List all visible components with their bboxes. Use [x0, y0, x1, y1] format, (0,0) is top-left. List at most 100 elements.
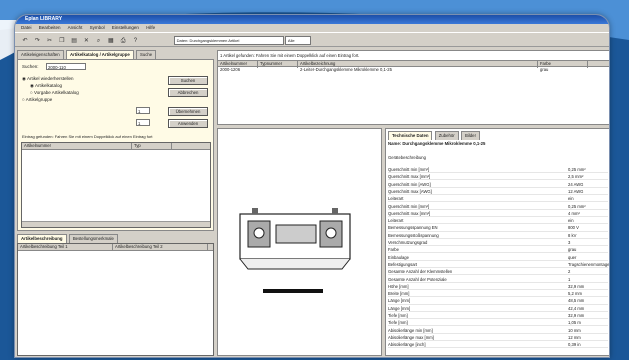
- property-row[interactable]: Leiterart ein: [388, 196, 608, 203]
- col-desc-1[interactable]: Artikelbeschreibung Teil 1: [18, 244, 113, 251]
- tab-images[interactable]: Bilder: [461, 131, 481, 140]
- property-row[interactable]: Breite [mm] 5,2 mm: [388, 291, 608, 298]
- property-row[interactable]: Befestigungsart Tragschienenmontage: [388, 262, 609, 269]
- menu-settings[interactable]: Einstellungen: [112, 25, 139, 30]
- tab-catalog[interactable]: Artikelkatalog / Artikelgruppe: [65, 50, 134, 59]
- property-key: Farbe: [388, 247, 399, 253]
- property-row[interactable]: Höhe [mm] 32,9 mm: [388, 284, 608, 290]
- undo-icon[interactable]: ↶: [21, 37, 29, 45]
- cut-icon[interactable]: ✂: [46, 37, 54, 45]
- result-table: 1 Artikel gefunden: Fahren Sie mit einem…: [217, 50, 609, 125]
- tab-technical-data[interactable]: Technische Daten: [388, 131, 433, 140]
- search-label: Suchen:: [22, 64, 39, 69]
- property-value: 48,5 mm: [568, 298, 585, 304]
- option-default-catalog[interactable]: ○ Vorgabe Artikelkatalog: [30, 90, 79, 95]
- property-row[interactable]: Querschnitt min [AWG] 24 AWG: [388, 182, 608, 188]
- tab-search[interactable]: Suche: [136, 50, 157, 59]
- property-row[interactable]: Tiefe [mm] 32,9 mm: [388, 313, 608, 320]
- property-row[interactable]: Abisolierlänge [inch] 0,39 in: [388, 342, 608, 349]
- property-key: Länge [mm]: [388, 305, 411, 311]
- col-type[interactable]: Typ: [132, 143, 172, 150]
- table-icon[interactable]: ▦: [107, 37, 115, 45]
- print-icon[interactable]: ⎙: [119, 37, 127, 45]
- col-article-number[interactable]: Artikelnummer: [22, 143, 132, 150]
- property-key: Abisolierlänge min [mm]: [388, 327, 433, 333]
- redo-icon[interactable]: ↷: [33, 37, 41, 45]
- search-button[interactable]: Suchen: [168, 76, 208, 85]
- property-row[interactable]: Abisolierlänge min [mm] 10 mm: [388, 328, 608, 334]
- property-key: Querschnitt max [AWG]: [388, 188, 432, 194]
- property-key: Gesamte Anzahl der Klemmstellen: [388, 269, 453, 275]
- property-key: Querschnitt min [mm²]: [388, 167, 430, 172]
- menu-symbol[interactable]: Symbol: [90, 25, 105, 30]
- property-row[interactable]: Bemessungsspannung EN 800 V: [388, 225, 608, 232]
- property-row[interactable]: Bemessungsstoßspannung 8 kV: [388, 233, 608, 239]
- horizontal-scrollbar[interactable]: [22, 221, 210, 227]
- delete-icon[interactable]: ✕: [82, 37, 90, 45]
- find-icon[interactable]: ⌕: [95, 37, 103, 45]
- tab-accessories[interactable]: Zubehör: [434, 131, 459, 140]
- menu-help[interactable]: Hilfe: [146, 25, 155, 30]
- scope-select[interactable]: Alle: [284, 36, 311, 45]
- abort-button[interactable]: Abbrechen: [168, 88, 208, 97]
- property-value: 0,25 mm²: [568, 167, 586, 172]
- property-row[interactable]: Gesamte Anzahl der Klemmstellen 2: [388, 269, 608, 276]
- tab-description[interactable]: Artikelbeschreibung: [17, 234, 67, 243]
- property-value: ein: [568, 218, 574, 224]
- property-row[interactable]: Abisolierlänge max [mm] 12 mm: [388, 334, 608, 342]
- property-row[interactable]: Querschnitt min [mm²] 0,25 mm²: [388, 204, 608, 210]
- article-image-pane: [217, 128, 382, 356]
- result-info: 1 Artikel gefunden: Fahren Sie mit einem…: [220, 53, 360, 58]
- tab-properties[interactable]: Artikeleigenschaften: [17, 50, 64, 59]
- option-group[interactable]: ○ Artikelgruppe: [22, 97, 52, 102]
- table-row[interactable]: 2000-1206 2-Leiter-Durchgangsklemme Mikro…: [218, 67, 609, 72]
- application-window: Eplan LIBRARY Datei Bearbeiten Ansicht S…: [14, 14, 610, 358]
- option-restore[interactable]: ◉ Artikel wiederherstellen: [22, 76, 73, 82]
- property-row[interactable]: Querschnitt max [mm²] 4 mm²: [388, 211, 608, 217]
- count-input-1[interactable]: 1: [136, 107, 150, 114]
- property-key: Tiefe [mm]: [388, 320, 408, 326]
- filter-select[interactable]: Daten: Durchgangsklemmen Artikel: [173, 36, 284, 45]
- property-value: 10 mm: [568, 327, 581, 333]
- count-input-2[interactable]: 1: [136, 119, 150, 126]
- copy-icon[interactable]: ❐: [58, 37, 66, 45]
- property-value: quer: [568, 254, 577, 260]
- left-pane: Artikeleigenschaften Artikelkatalog / Ar…: [17, 50, 214, 356]
- property-value: 42,4 mm: [568, 305, 585, 311]
- property-row[interactable]: Leiterart ein: [388, 218, 608, 225]
- menu-edit[interactable]: Bearbeiten: [39, 25, 61, 30]
- property-row[interactable]: Farbe grau: [388, 247, 608, 254]
- property-row[interactable]: Einbaulage quer: [388, 255, 608, 261]
- property-value: 5,2 mm: [568, 291, 582, 297]
- menu-view[interactable]: Ansicht: [68, 25, 83, 30]
- property-row[interactable]: Länge [mm] 48,5 mm: [388, 298, 608, 305]
- property-value: 2,5 mm²: [568, 174, 584, 180]
- property-row[interactable]: Querschnitt max [AWG] 12 AWG: [388, 188, 608, 196]
- property-value: 3: [568, 240, 571, 245]
- property-value: 32,9 mm: [568, 313, 585, 318]
- property-row[interactable]: Querschnitt max [mm²] 2,5 mm²: [388, 174, 608, 181]
- property-row[interactable]: Querschnitt min [mm²] 0,25 mm²: [388, 167, 608, 174]
- option-catalog[interactable]: ◉ Artikelkatalog: [30, 83, 62, 89]
- paste-icon[interactable]: ▤: [70, 37, 78, 45]
- property-value: 8 kV: [568, 232, 577, 238]
- property-key: Querschnitt min [AWG]: [388, 181, 431, 187]
- property-value: 0,39 in: [568, 342, 581, 348]
- take-button[interactable]: Übernehmen: [168, 107, 208, 116]
- menu-file[interactable]: Datei: [21, 25, 32, 30]
- property-key: Abisolierlänge [inch]: [388, 342, 426, 348]
- properties-subheader: Gerätebeschreibung: [388, 155, 426, 160]
- property-value: 12 mm: [568, 334, 581, 340]
- property-key: Leiterart: [388, 196, 404, 202]
- search-input[interactable]: 2000-110: [46, 63, 86, 70]
- apply-button[interactable]: Anwenden: [168, 119, 208, 128]
- help-icon[interactable]: ?: [131, 37, 139, 45]
- terminal-block-drawing: [239, 208, 351, 293]
- property-value: ein: [568, 196, 574, 202]
- col-desc-2[interactable]: Artikelbeschreibung Teil 2: [113, 244, 208, 251]
- property-row[interactable]: Länge [mm] 42,4 mm: [388, 306, 608, 312]
- tab-order-data[interactable]: Bestellungsmerkmale: [68, 234, 118, 243]
- property-row[interactable]: Tiefe [mm] 1,05 m: [388, 320, 608, 327]
- property-row[interactable]: Verschmutzungsgrad 3: [388, 240, 608, 247]
- property-row[interactable]: Gesamte Anzahl der Potenziale 1: [388, 277, 608, 283]
